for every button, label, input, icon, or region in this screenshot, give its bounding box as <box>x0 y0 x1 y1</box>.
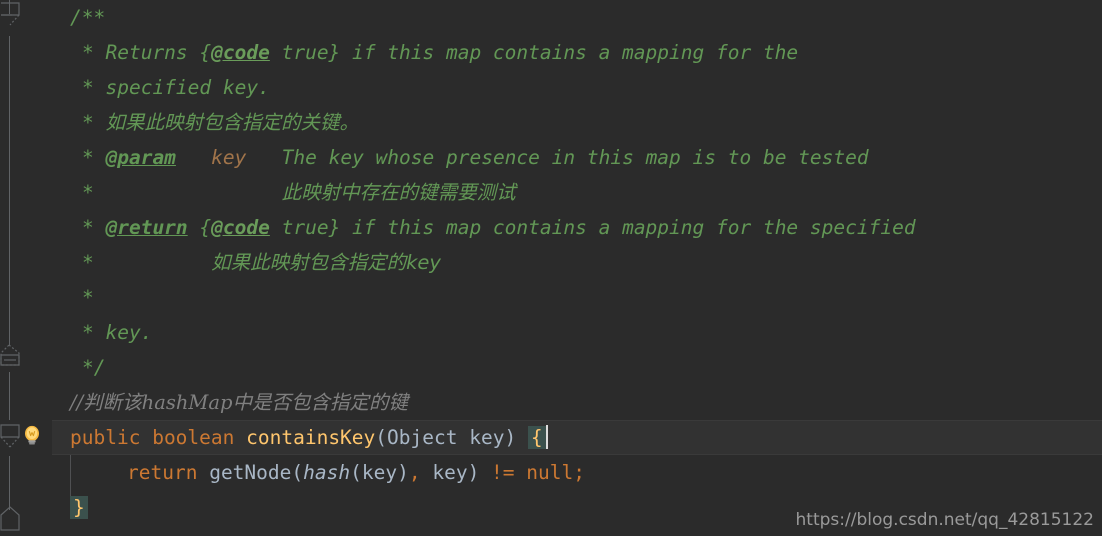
editor-gutter[interactable] <box>0 0 52 536</box>
fold-marker-javadoc-end[interactable] <box>0 2 30 26</box>
token-doc: /** <box>70 6 106 29</box>
token-doc: * <box>82 216 106 239</box>
code-line-1[interactable]: /** <box>0 0 1102 35</box>
code-line-13[interactable]: public boolean containsKey(Object key) { <box>0 420 1102 455</box>
token-doc-brace: { <box>199 41 212 64</box>
token-linecomment: //判断该hashMap中是否包含指定的键 <box>70 391 408 414</box>
token-doc: * <box>82 111 106 134</box>
token-punc: ( <box>375 426 388 449</box>
code-line-5[interactable]: * @param key The key whose presence in t… <box>0 140 1102 175</box>
token-doc: * <box>82 146 106 169</box>
token-doc-tag: @return <box>105 216 188 239</box>
token-doc: * Returns <box>82 41 200 64</box>
token-punc: ( <box>291 461 304 484</box>
token-doc: * specified key. <box>82 76 270 99</box>
token-doc cn: 如果此映射包含指定的关键。 <box>105 111 359 134</box>
token-caret <box>545 425 548 449</box>
token-doc-param: key <box>211 146 247 169</box>
token-punc: ) <box>504 426 528 449</box>
token-ident: key <box>420 461 468 484</box>
token-doc: * key. <box>82 321 153 344</box>
code-line-text: */ <box>82 350 105 385</box>
code-line-9[interactable]: * <box>0 280 1102 315</box>
code-line-text: * 此映射中存在的键需要测试 <box>82 175 516 210</box>
token-ident <box>197 461 209 484</box>
code-line-4[interactable]: * 如果此映射包含指定的关键。 <box>0 105 1102 140</box>
token-ident <box>140 426 152 449</box>
token-doc-brace: { <box>199 216 212 239</box>
token-doc: true} if this map contains a mapping for… <box>269 41 799 64</box>
token-doc-code: @code <box>211 41 270 64</box>
token-ident <box>515 461 527 484</box>
fold-rail-mid <box>9 372 10 420</box>
code-line-11[interactable]: */ <box>0 350 1102 385</box>
token-ident <box>234 426 246 449</box>
code-line-text: * 如果此映射包含指定的key <box>82 245 441 280</box>
fold-marker-method-collapse[interactable] <box>0 344 30 366</box>
token-brace-hl2: { <box>527 426 546 449</box>
token-punc: ) <box>467 461 492 484</box>
token-kw: return <box>127 461 198 484</box>
code-line-3[interactable]: * specified key. <box>0 70 1102 105</box>
fold-rail-main <box>9 36 10 346</box>
token-doc <box>188 216 200 239</box>
token-doc-tag: @param <box>105 146 176 169</box>
code-line-text: * @return {@code true} if this map conta… <box>82 210 916 245</box>
token-doc-code: @code <box>211 216 270 239</box>
token-kw: != <box>491 461 515 484</box>
code-line-text: /** <box>70 0 105 35</box>
code-line-2[interactable]: * Returns {@code true} if this map conta… <box>0 35 1102 70</box>
code-line-text: * @param key The key whose presence in t… <box>82 140 869 175</box>
token-doc: * <box>82 251 212 274</box>
lightbulb-icon[interactable] <box>20 424 44 448</box>
code-line-7[interactable]: * @return {@code true} if this map conta… <box>0 210 1102 245</box>
token-doc cn: 此映射中存在的键需要测试 <box>281 181 516 204</box>
code-line-8[interactable]: * 如果此映射包含指定的key <box>0 245 1102 280</box>
fold-rail-bottom <box>9 456 10 510</box>
token-doc: */ <box>82 356 106 379</box>
code-line-text: * Returns {@code true} if this map conta… <box>82 35 798 70</box>
token-punc: ) <box>397 461 409 484</box>
token-doc: true} if this map contains a mapping for… <box>269 216 916 239</box>
token-kw: boolean <box>152 426 235 449</box>
code-line-text: * specified key. <box>82 70 270 105</box>
code-content[interactable]: /** * Returns {@code true} if this map co… <box>0 0 1102 536</box>
code-line-6[interactable]: * 此映射中存在的键需要测试 <box>0 175 1102 210</box>
code-line-14[interactable]: return getNode(hash(key), key) != null; <box>0 455 1102 490</box>
token-kw: ; <box>573 461 585 484</box>
code-line-text: * <box>82 280 94 315</box>
token-kw: null <box>526 461 574 484</box>
token-doc: The key whose presence in this map is to… <box>246 146 869 169</box>
token-decl-name: containsKey <box>246 426 376 449</box>
token-kw: , <box>408 461 421 484</box>
code-line-12[interactable]: //判断该hashMap中是否包含指定的键 <box>0 385 1102 420</box>
code-line-text: //判断该hashMap中是否包含指定的键 <box>70 385 408 420</box>
token-ident: Object key <box>387 426 505 449</box>
watermark-url: https://blog.csdn.net/qq_42815122 <box>795 510 1094 530</box>
fold-marker-method-end[interactable] <box>0 506 30 531</box>
token-doc: * <box>82 181 282 204</box>
token-brace-hl2: } <box>70 496 88 519</box>
token-static-m: hash <box>303 461 351 484</box>
code-line-text: public boolean containsKey(Object key) { <box>70 420 548 455</box>
code-line-text: * 如果此映射包含指定的关键。 <box>82 105 359 140</box>
code-line-text: * key. <box>82 315 152 350</box>
token-ident: key <box>361 461 398 484</box>
code-line-text: return getNode(hash(key), key) != null; <box>127 455 585 490</box>
code-editor[interactable]: /** * Returns {@code true} if this map co… <box>0 0 1102 536</box>
token-doc <box>176 146 211 169</box>
token-kw: public <box>70 426 141 449</box>
token-doc: * <box>82 286 94 309</box>
code-line-text: } <box>70 490 88 525</box>
token-punc: ( <box>350 461 362 484</box>
token-doc cn: 如果此映射包含指定的key <box>211 251 441 274</box>
token-method: getNode <box>209 461 292 484</box>
code-line-10[interactable]: * key. <box>0 315 1102 350</box>
